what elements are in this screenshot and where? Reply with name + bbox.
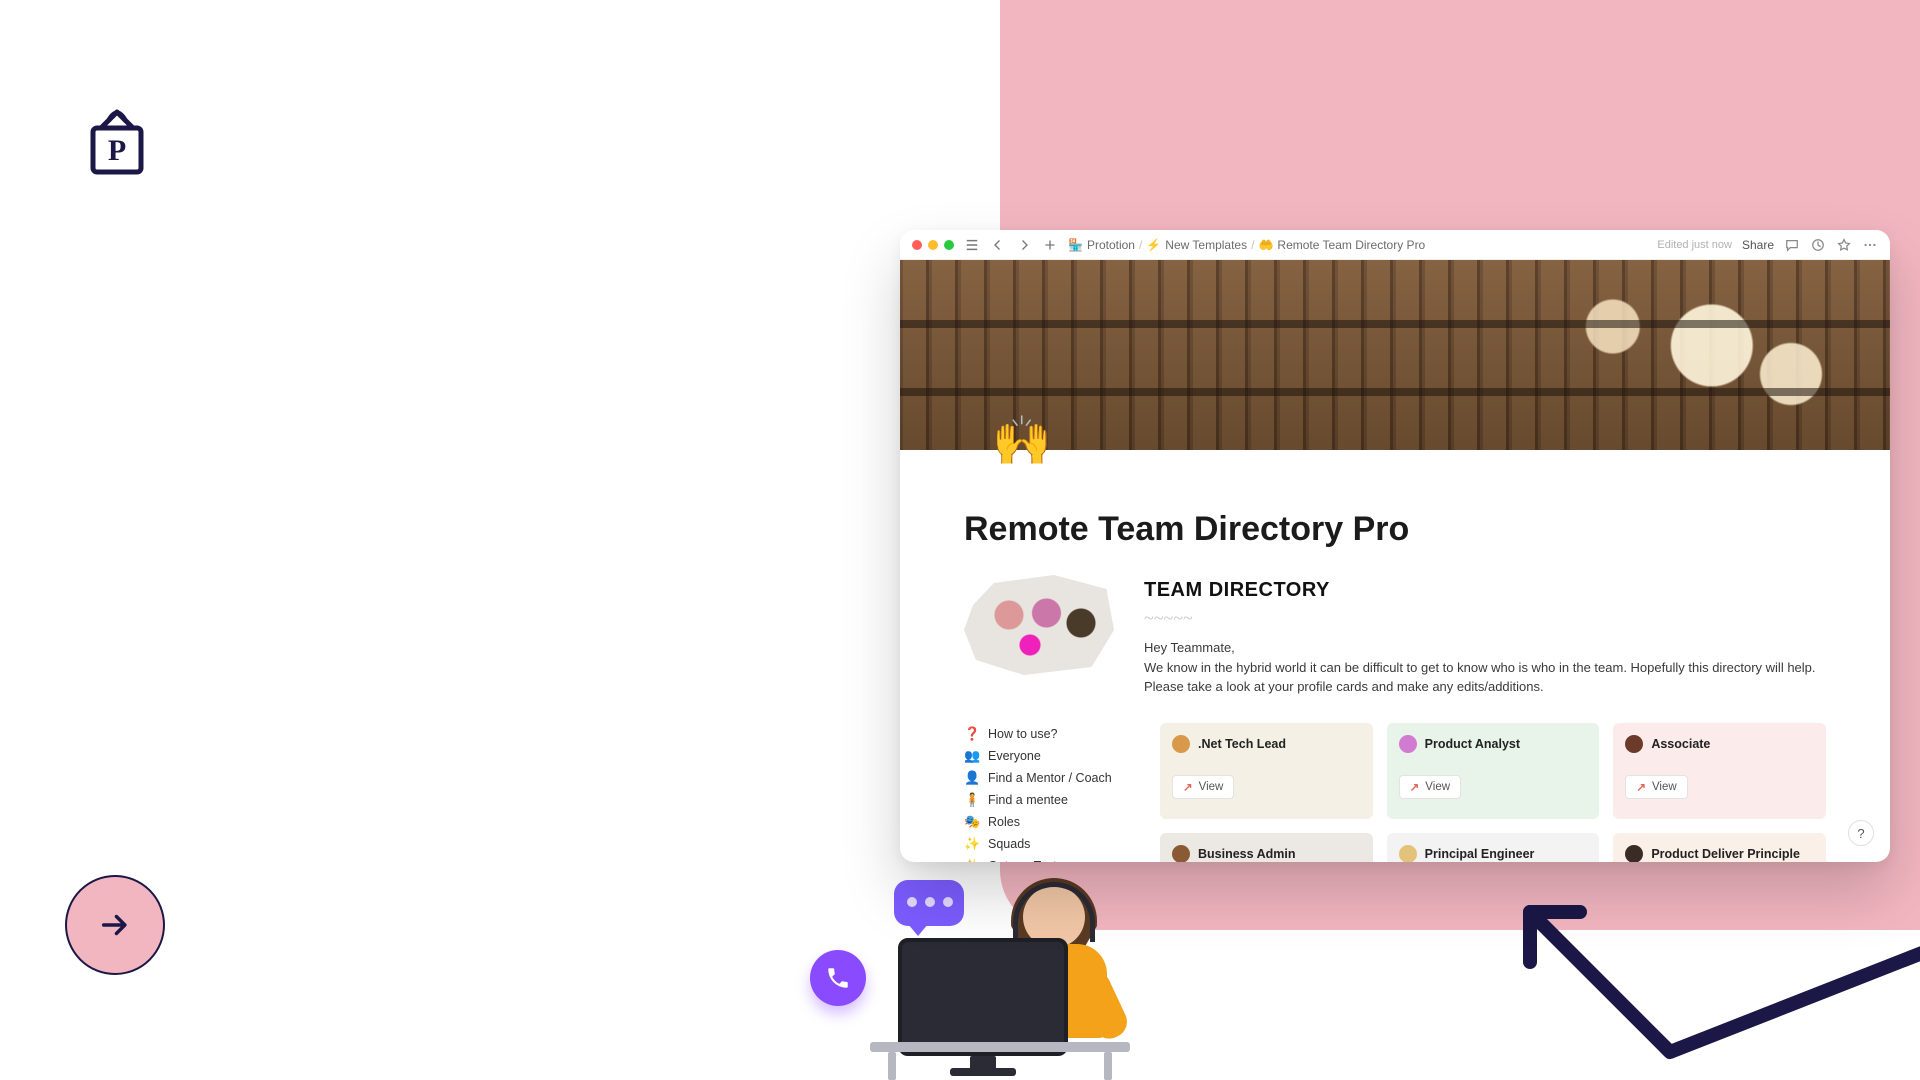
- view-button[interactable]: ↗ View: [1172, 775, 1234, 799]
- nav-link-label: How to use?: [988, 727, 1057, 741]
- notion-window: 🏪 Prototion / ⚡ New Templates / 🤲 Remote Te…: [900, 230, 1890, 862]
- nav-link[interactable]: 🧍 Find a mentee: [964, 789, 1134, 811]
- nav-link-icon: ✨: [964, 858, 980, 863]
- view-button-label: View: [1199, 781, 1224, 793]
- nav-link-label: Roles: [988, 815, 1020, 829]
- nav-link-icon: 👤: [964, 770, 980, 786]
- back-button[interactable]: [990, 237, 1006, 253]
- breadcrumb-item[interactable]: 🏪 Prototion: [1068, 238, 1135, 252]
- nav-link-label: Get …y Test: [988, 859, 1057, 863]
- share-button[interactable]: Share: [1742, 238, 1774, 252]
- breadcrumb-icon: ⚡: [1146, 238, 1161, 252]
- call-icon: [810, 950, 866, 1006]
- traffic-lights[interactable]: [912, 240, 954, 250]
- open-icon: ↗: [1636, 780, 1646, 794]
- intro-signature-decoration: ~~~~~: [1144, 605, 1826, 632]
- view-button[interactable]: ↗ View: [1399, 775, 1461, 799]
- role-card-title: Principal Engineer: [1425, 847, 1535, 861]
- more-icon[interactable]: [1862, 237, 1878, 253]
- breadcrumb: 🏪 Prototion / ⚡ New Templates / 🤲 Remote Te…: [1068, 238, 1425, 252]
- avatar: [1625, 845, 1643, 863]
- role-card-title: Product Deliver Principle: [1651, 847, 1800, 861]
- intro-block: TEAM DIRECTORY ~~~~~ Hey Teammate, We kn…: [964, 575, 1826, 697]
- role-card-header: Product Analyst: [1399, 735, 1588, 753]
- breadcrumb-item[interactable]: 🤲 Remote Team Directory Pro: [1258, 238, 1425, 252]
- role-card[interactable]: Associate ↗ View: [1613, 723, 1826, 819]
- breadcrumb-label: Remote Team Directory Pro: [1277, 238, 1425, 252]
- nav-link-label: Squads: [988, 837, 1030, 851]
- role-card-title: Associate: [1651, 737, 1710, 751]
- nav-link-icon: 🧍: [964, 792, 980, 808]
- intro-heading: TEAM DIRECTORY: [1144, 575, 1826, 605]
- nav-link-icon: ❓: [964, 726, 980, 742]
- nav-link-icon: ✨: [964, 836, 980, 852]
- monitor-illustration: [898, 938, 1068, 1056]
- intro-greeting: Hey Teammate,: [1144, 638, 1826, 658]
- role-card-header: Product Deliver Principle: [1625, 845, 1814, 863]
- nav-link-label: Find a Mentor / Coach: [988, 771, 1112, 785]
- role-card[interactable]: Product Deliver Principle: [1613, 833, 1826, 863]
- clock-icon[interactable]: [1810, 237, 1826, 253]
- nav-link-icon: 🎭: [964, 814, 980, 830]
- breadcrumb-separator: /: [1139, 238, 1142, 252]
- role-card[interactable]: Business Admin: [1160, 833, 1373, 863]
- prototion-logo: P: [85, 100, 149, 180]
- role-card[interactable]: Product Analyst ↗ View: [1387, 723, 1600, 819]
- nav-link-label: Everyone: [988, 749, 1041, 763]
- team-photo-illustration: [964, 575, 1114, 675]
- view-button-label: View: [1652, 781, 1677, 793]
- comments-icon[interactable]: [1784, 237, 1800, 253]
- role-card-header: Business Admin: [1172, 845, 1361, 863]
- role-card-header: Principal Engineer: [1399, 845, 1588, 863]
- breadcrumb-separator: /: [1251, 238, 1254, 252]
- role-card-header: .Net Tech Lead: [1172, 735, 1361, 753]
- breadcrumb-icon: 🤲: [1258, 238, 1273, 252]
- nav-link[interactable]: 👥 Everyone: [964, 745, 1134, 767]
- role-card-header: Associate: [1625, 735, 1814, 753]
- help-fab[interactable]: ?: [1848, 820, 1874, 846]
- breadcrumb-label: Prototion: [1087, 238, 1135, 252]
- roles-board: .Net Tech Lead↗ViewProduct Analyst↗ViewA…: [1160, 723, 1826, 863]
- arrow-right-icon: [98, 908, 132, 942]
- avatar: [1625, 735, 1643, 753]
- forward-button[interactable]: [1016, 237, 1032, 253]
- edited-status: Edited just now: [1657, 239, 1732, 251]
- view-button[interactable]: ↗ View: [1625, 775, 1687, 799]
- role-card-title: Business Admin: [1198, 847, 1295, 861]
- page-title: Remote Team Directory Pro: [964, 510, 1826, 549]
- support-illustration: [790, 850, 1130, 1080]
- open-icon: ↗: [1183, 780, 1193, 794]
- breadcrumb-label: New Templates: [1165, 238, 1247, 252]
- nav-link[interactable]: ✨ Get …y Test: [964, 855, 1134, 863]
- nav-link[interactable]: 👤 Find a Mentor / Coach: [964, 767, 1134, 789]
- chat-bubble-icon: [894, 880, 964, 926]
- page-nav: ❓ How to use? 👥 Everyone 👤 Find a Mentor / Co…: [964, 723, 1134, 863]
- page-icon[interactable]: 🙌: [990, 408, 1054, 472]
- window-toolbar: 🏪 Prototion / ⚡ New Templates / 🤲 Remote Te…: [900, 230, 1890, 260]
- avatar: [1399, 845, 1417, 863]
- new-tab-button[interactable]: [1042, 237, 1058, 253]
- breadcrumb-item[interactable]: ⚡ New Templates: [1146, 238, 1247, 252]
- avatar: [1399, 735, 1417, 753]
- avatar: [1172, 845, 1190, 863]
- role-card[interactable]: .Net Tech Lead ↗ View: [1160, 723, 1373, 819]
- breadcrumb-icon: 🏪: [1068, 238, 1083, 252]
- star-icon[interactable]: [1836, 237, 1852, 253]
- nav-link-icon: 👥: [964, 748, 980, 764]
- role-card[interactable]: Principal Engineer: [1387, 833, 1600, 863]
- intro-body: We know in the hybrid world it can be di…: [1144, 658, 1826, 697]
- svg-text:P: P: [108, 134, 126, 167]
- role-card-title: Product Analyst: [1425, 737, 1520, 751]
- sidebar-toggle-icon[interactable]: [964, 237, 980, 253]
- role-card-title: .Net Tech Lead: [1198, 737, 1286, 751]
- avatar: [1172, 735, 1190, 753]
- open-icon: ↗: [1410, 780, 1420, 794]
- nav-link[interactable]: ✨ Squads: [964, 833, 1134, 855]
- nav-link-label: Find a mentee: [988, 793, 1068, 807]
- decorative-arrow-icon: [1510, 892, 1920, 1072]
- nav-link[interactable]: ❓ How to use?: [964, 723, 1134, 745]
- next-button[interactable]: [65, 875, 165, 975]
- view-button-label: View: [1425, 781, 1450, 793]
- nav-link[interactable]: 🎭 Roles: [964, 811, 1134, 833]
